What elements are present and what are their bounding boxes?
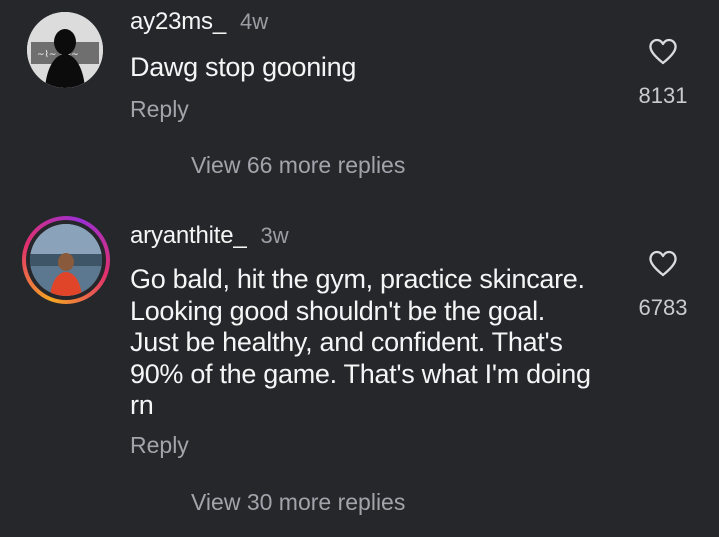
comment-item: ~⌇~ ⌇~~ ay23ms_ 4w Dawg stop gooning Rep… — [0, 0, 719, 200]
comment-timestamp: 4w — [239, 9, 269, 34]
reply-button[interactable]: Reply — [130, 96, 189, 123]
comment-username[interactable]: ay23ms_ — [130, 8, 226, 36]
heart-outline-icon — [628, 38, 698, 65]
like-count: 6783 — [638, 295, 688, 320]
heart-outline-icon — [628, 250, 698, 277]
comment-text: Go bald, hit the gym, practice skincare.… — [130, 264, 591, 420]
comment-username[interactable]: aryanthite_ — [130, 222, 247, 250]
view-more-replies-button[interactable]: View 30 more replies — [191, 489, 405, 516]
like-count: 8131 — [638, 83, 688, 108]
avatar-story-ring[interactable] — [22, 216, 110, 304]
view-more-replies-button[interactable]: View 66 more replies — [191, 152, 405, 179]
comment-item: aryanthite_ 3w Go bald, hit the gym, pra… — [0, 210, 719, 537]
comment-header: ay23ms_ 4w — [130, 8, 268, 36]
comment-text: Dawg stop gooning — [130, 52, 357, 82]
avatar — [30, 224, 102, 296]
avatar-image — [30, 224, 102, 296]
reply-button[interactable]: Reply — [130, 432, 189, 459]
like-button[interactable]: 8131 — [628, 38, 698, 109]
comment-header: aryanthite_ 3w — [130, 222, 289, 250]
comment-timestamp: 3w — [260, 223, 289, 248]
avatar-image: ~⌇~ ⌇~~ — [27, 12, 103, 88]
like-button[interactable]: 6783 — [628, 250, 698, 321]
avatar[interactable]: ~⌇~ ⌇~~ — [27, 12, 103, 88]
